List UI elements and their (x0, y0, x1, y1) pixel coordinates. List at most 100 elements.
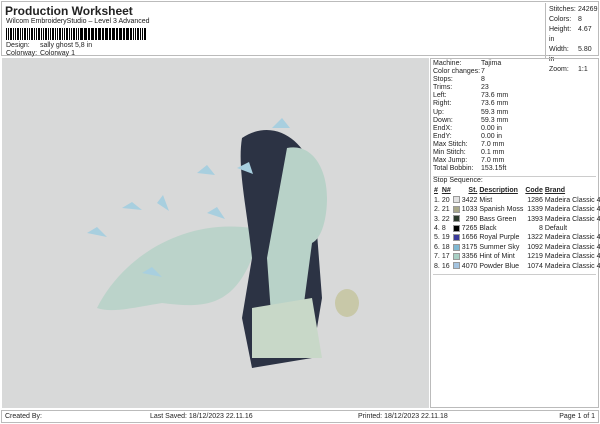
barcode-bar (97, 28, 99, 40)
info-label: Up: (433, 108, 444, 116)
info-value: 23 (481, 84, 489, 92)
needle-number: 21 (441, 206, 450, 214)
page-number: Page 1 of 1 (559, 413, 595, 420)
col-brand: Brand (544, 187, 566, 195)
info-value: 0.1 mm (481, 149, 505, 157)
barcode-bar (101, 28, 104, 40)
color-swatch (452, 215, 460, 223)
stat-label: Stitches: (549, 6, 576, 13)
barcode-bar (129, 28, 132, 40)
info-row: EndX: 0.00 in (433, 125, 596, 133)
stitch-count: 3175 (461, 243, 478, 251)
barcode-bar (10, 28, 13, 40)
table-row: 5. 19 1656 Royal Purple 1322 Madeira Cla… (433, 233, 600, 242)
barcode-bar (55, 28, 56, 40)
thread-code: 1074 (527, 262, 543, 270)
stop-number: 3. (434, 215, 440, 223)
stat-value: 24269 (578, 6, 598, 13)
design-label: Design: (6, 42, 30, 49)
info-label: EndY: (433, 132, 452, 140)
table-row: 3. 22 290 Bass Green 1393 Madeira Classi… (433, 215, 600, 224)
barcode-bar (87, 28, 90, 40)
barcode-bar (14, 28, 17, 40)
stitch-count: 3422 (461, 196, 478, 204)
barcode-bar (139, 28, 141, 40)
thread-description: Royal Purple (479, 234, 520, 242)
thread-brand: Madeira Classic 40 (544, 215, 600, 223)
worksheet-header: Production Worksheet Wilcom EmbroiderySt… (1, 1, 600, 73)
barcode-bar (59, 28, 62, 40)
stop-number: 6. (434, 243, 440, 251)
info-label: Down: (433, 116, 453, 124)
barcode (6, 28, 146, 40)
stitch-count: 3356 (461, 253, 478, 261)
barcode-bar (64, 28, 66, 40)
info-row: Total Bobbin: 153.15ft (433, 165, 596, 173)
barcode-bar (27, 28, 28, 40)
stop-number: 4. (434, 225, 440, 233)
barcode-bar (41, 28, 42, 40)
table-row: 1. 20 3422 Mist 1286 Madeira Classic 40 (433, 196, 600, 205)
created-by: Created By: (5, 413, 42, 420)
thread-description: Hint of Mint (479, 253, 515, 261)
barcode-bar (111, 28, 113, 40)
design-info-panel: Machine: Tajima Color changes:7 Stops: 8 Trim… (430, 58, 600, 408)
colorway-row: Colorway: Colorway 1 (6, 50, 75, 57)
table-row: 4. 8 7265 Black 8 Default (433, 224, 600, 233)
info-row: EndY: 0.00 in (433, 133, 596, 141)
thread-description: Spanish Moss (479, 206, 524, 214)
barcode-bar (120, 28, 122, 40)
thread-brand: Madeira Classic 40 (544, 262, 600, 270)
barcode-bar (7, 28, 10, 40)
barcode-bar (99, 28, 101, 40)
info-label: Color changes: (433, 68, 481, 76)
thread-brand: Madeira Classic 40 (544, 253, 600, 261)
stat-row: Stitches: 24269 (549, 5, 598, 15)
barcode-bar (115, 28, 118, 40)
info-label: Right: (433, 100, 452, 108)
info-value: 0.00 in (481, 124, 503, 132)
embroidery-image (87, 118, 359, 368)
color-swatch (452, 234, 460, 242)
info-label: Machine: (433, 60, 462, 67)
stop-number: 1. (434, 196, 440, 204)
barcode-bar (108, 28, 111, 40)
col-needle: N# (441, 187, 451, 195)
barcode-bar (80, 28, 83, 40)
stat-label: Height: (549, 26, 572, 33)
flower (335, 289, 359, 317)
info-label: Max Stitch: (433, 140, 468, 148)
barcode-bar (62, 28, 64, 40)
info-value: 0.00 in (481, 132, 503, 140)
barcode-bar (83, 28, 85, 40)
needle-number: 17 (441, 253, 450, 261)
info-value: 73.6 mm (481, 100, 509, 108)
info-row: Machine: Tajima (433, 60, 596, 68)
info-value: 8 (481, 76, 485, 84)
stat-row: Height: 4.67 in (549, 25, 598, 45)
design-value: sally ghost 5,8 in (39, 42, 93, 49)
barcode-bar (94, 28, 97, 40)
barcode-bar (85, 28, 87, 40)
col-description: Description (479, 187, 518, 195)
info-value: 59.3 mm (481, 116, 509, 124)
needle-number: 19 (441, 234, 450, 242)
barcode-bar (118, 28, 120, 40)
table-row: 8. 16 4070 Powder Blue 1074 Madeira Clas… (433, 262, 600, 271)
colorway-value: Colorway 1 (39, 50, 75, 57)
thread-description: Mist (479, 196, 493, 204)
barcode-bar (71, 28, 73, 40)
info-row: Up: 59.3 mm (433, 109, 596, 117)
barcode-bar (38, 28, 41, 40)
thread-brand: Default (544, 225, 568, 233)
barcode-bar (35, 28, 38, 40)
stat-label: Colors: (549, 16, 572, 23)
table-row: 6. 18 3175 Summer Sky 1092 Madeira Class… (433, 243, 600, 252)
stats-box: Stitches: 24269 Colors: 8 Height: 4.67 in Widt… (545, 3, 600, 73)
barcode-bar (34, 28, 35, 40)
thread-description: Summer Sky (479, 243, 520, 251)
info-value: 153.15ft (481, 165, 507, 173)
thread-brand: Madeira Classic 40 (544, 196, 600, 204)
footer: Created By: Last Saved: 18/12/2023 22.11… (1, 410, 599, 423)
thread-description: Powder Blue (479, 262, 520, 270)
